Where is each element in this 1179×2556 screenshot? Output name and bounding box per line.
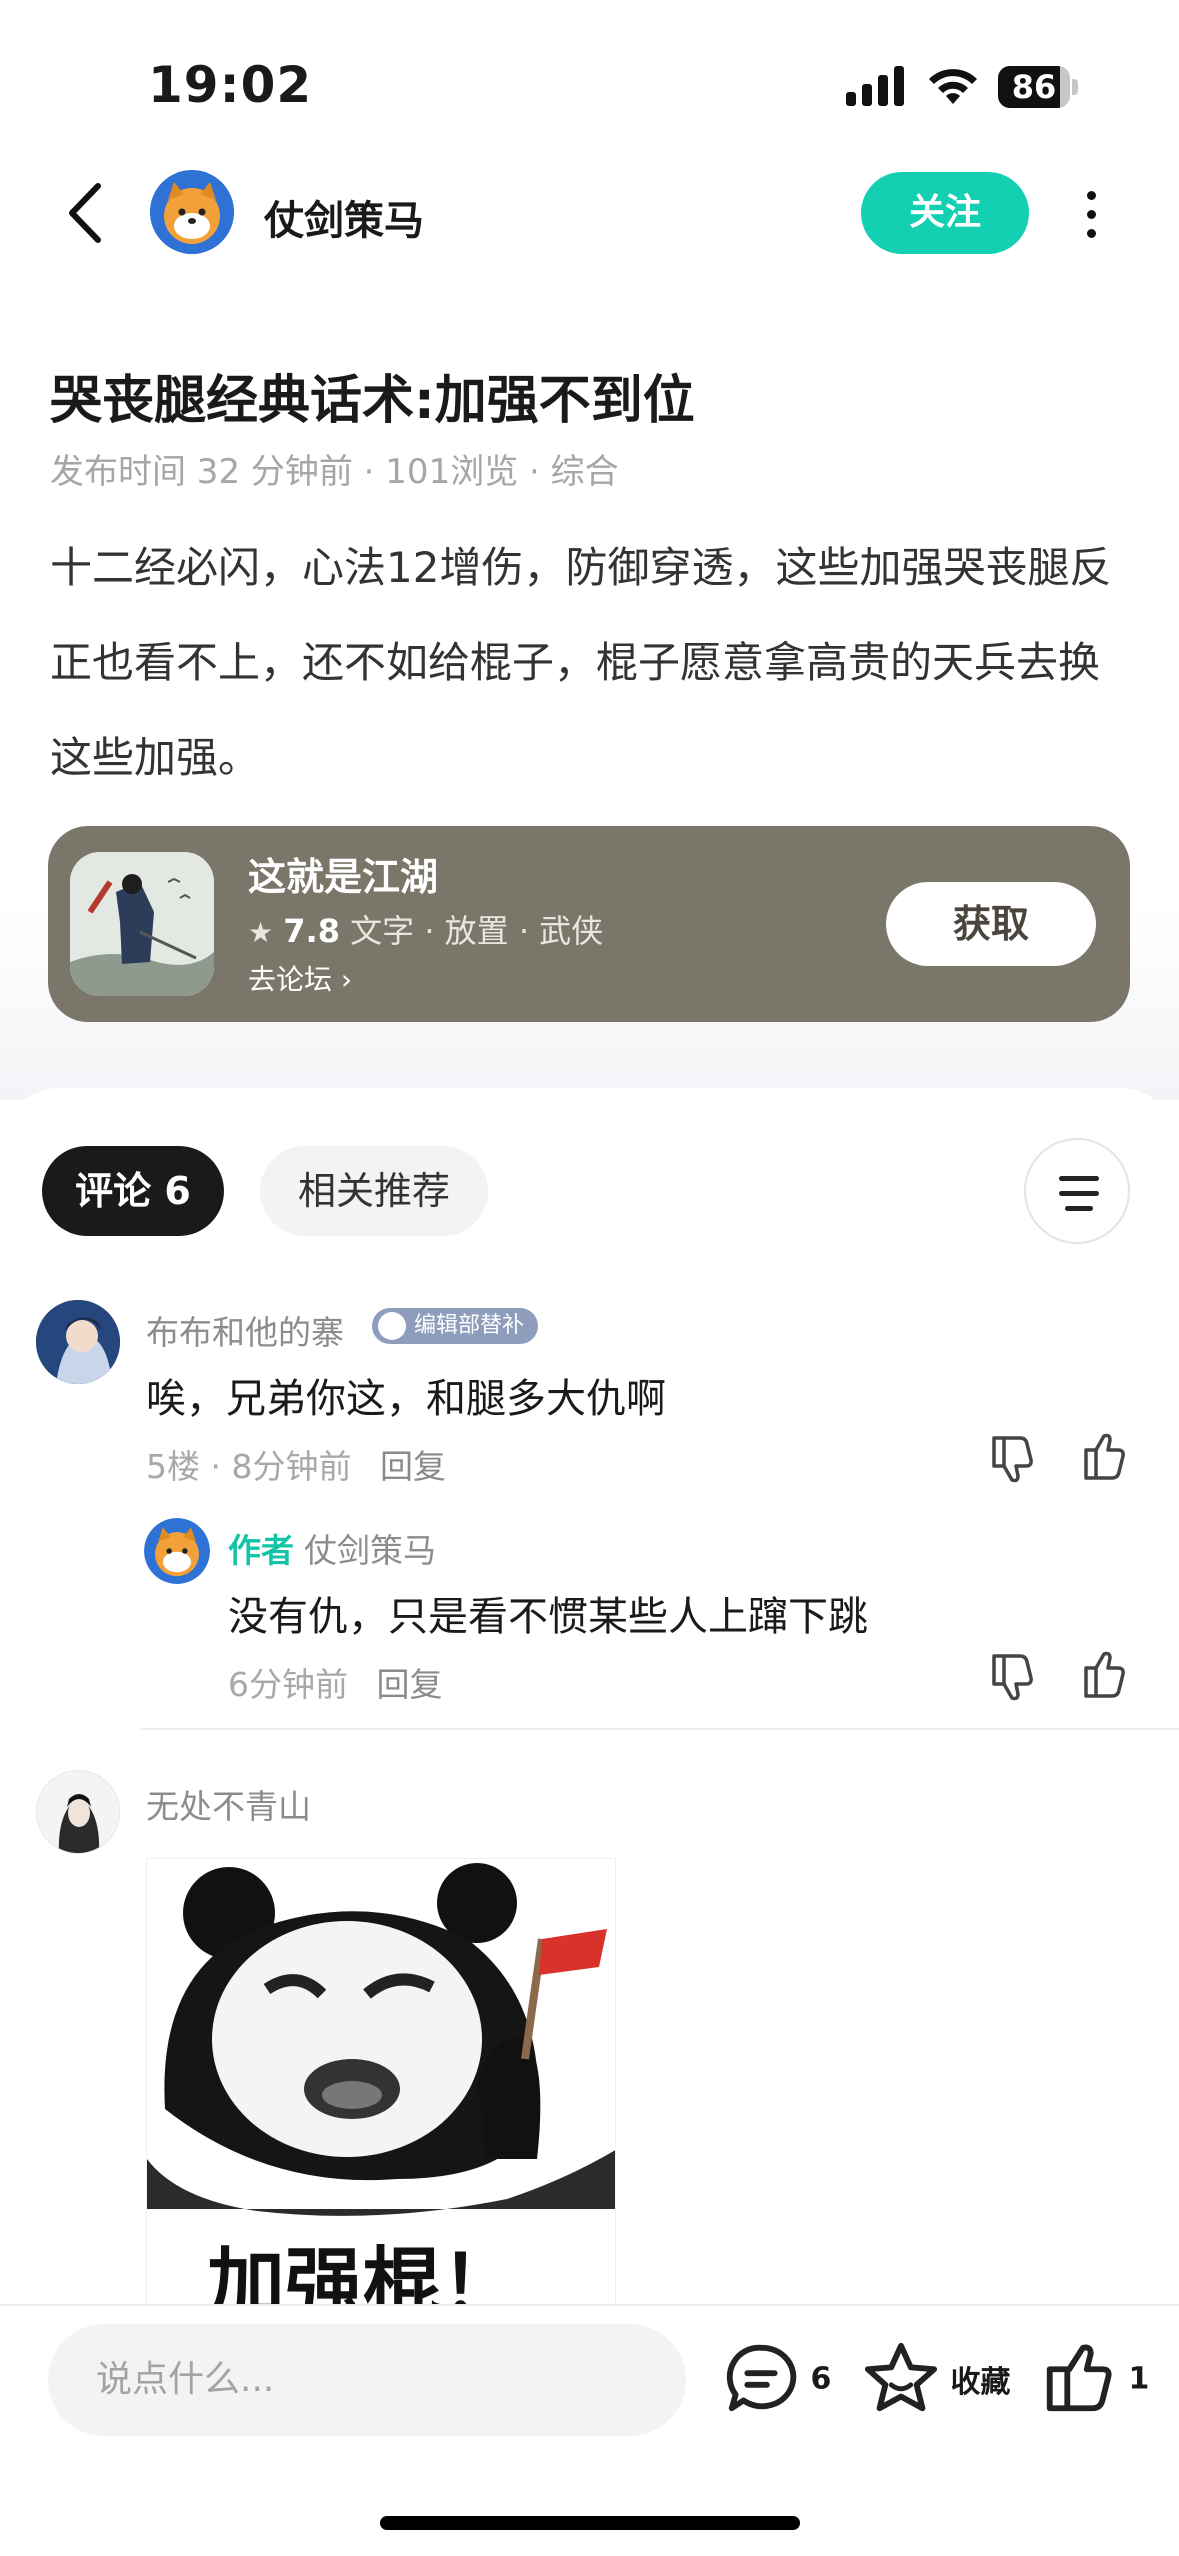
game-forum-link[interactable]: 去论坛 ›	[248, 958, 352, 998]
favorite-button[interactable]: 收藏	[862, 2340, 1010, 2418]
like-icon	[1046, 2344, 1112, 2412]
comment-count-button[interactable]: 6	[722, 2340, 831, 2418]
author-tag: 作者	[228, 1531, 294, 1570]
battery-level: 86	[1011, 68, 1057, 106]
comment-divider	[140, 1728, 1179, 1730]
chevron-right-icon: ›	[340, 963, 353, 996]
badge-label: 编辑部替补	[414, 1313, 525, 1338]
get-game-button[interactable]: 获取	[886, 882, 1096, 966]
star-icon: ★	[248, 916, 274, 949]
comment-input[interactable]: 说点什么...	[48, 2324, 686, 2436]
reply-author-avatar[interactable]	[144, 1518, 210, 1584]
star-outline-icon	[864, 2342, 938, 2412]
dislike-icon[interactable]	[984, 1648, 1040, 1704]
home-indicator[interactable]	[380, 2516, 800, 2530]
game-info: ★ 7.8 文字 · 放置 · 武侠	[248, 906, 603, 952]
commenter-name[interactable]: 无处不青山	[146, 1780, 311, 1828]
reply-time: 6分钟前	[228, 1665, 348, 1704]
reply-button[interactable]: 回复	[380, 1447, 446, 1486]
tab-comments[interactable]: 评论 6	[42, 1146, 224, 1236]
comment-image[interactable]: 加强棍！	[146, 1858, 616, 2310]
game-tags: 文字 · 放置 · 武侠	[350, 912, 604, 950]
reply-author[interactable]: 作者 仗剑策马	[228, 1524, 436, 1572]
commenter-avatar[interactable]	[36, 1300, 120, 1384]
battery-indicator: 86	[998, 66, 1078, 108]
comment-time: 5楼 · 8分钟前	[146, 1447, 352, 1486]
reply-author-name: 仗剑策马	[304, 1531, 436, 1570]
meme-caption: 加强棍！	[207, 2240, 519, 2310]
commenter-name[interactable]: 布布和他的寨	[146, 1306, 344, 1354]
like-post-button[interactable]: 1	[1040, 2340, 1149, 2418]
editor-badge: 编辑部替补	[372, 1308, 539, 1344]
reply-meta: 6分钟前 回复	[228, 1658, 443, 1706]
follow-button[interactable]: 关注	[861, 172, 1029, 254]
post-meta: 发布时间 32 分钟前 · 101浏览 · 综合	[50, 452, 619, 492]
reply-text: 没有仇，只是看不惯某些人上蹿下跳	[228, 1594, 868, 1640]
game-icon	[70, 852, 214, 996]
game-card[interactable]: 这就是江湖 ★ 7.8 文字 · 放置 · 武侠 去论坛 › 获取	[48, 826, 1130, 1022]
like-count: 1	[1128, 2361, 1150, 2397]
comment-icon	[726, 2344, 797, 2412]
commenter-avatar[interactable]	[36, 1770, 120, 1854]
reply-button[interactable]: 回复	[377, 1665, 443, 1704]
post-title: 哭丧腿经典话术:加强不到位	[50, 371, 695, 431]
dislike-icon[interactable]	[984, 1430, 1040, 1486]
like-icon[interactable]	[1076, 1648, 1132, 1704]
comment-text: 唉，兄弟你这，和腿多大仇啊	[146, 1376, 666, 1422]
favorite-label: 收藏	[950, 2365, 1011, 2400]
post-body: 十二经必闪，心法12增伤，防御穿透，这些加强哭丧腿反正也看不上，还不如给棍子，棍…	[50, 543, 1112, 782]
status-time: 19:02	[148, 56, 313, 114]
author-avatar[interactable]	[150, 170, 234, 254]
author-name[interactable]: 仗剑策马	[264, 188, 424, 246]
like-icon[interactable]	[1076, 1430, 1132, 1486]
thumbs-up-icon	[378, 1312, 406, 1340]
forum-link-label: 去论坛	[248, 963, 333, 996]
sort-filter-icon[interactable]	[1024, 1138, 1130, 1244]
more-options-icon[interactable]	[1080, 188, 1102, 238]
comment-count: 6	[810, 2361, 832, 2397]
back-icon[interactable]	[58, 180, 118, 246]
comment-meta: 5楼 · 8分钟前 回复	[146, 1440, 446, 1488]
game-rating: 7.8	[283, 912, 340, 950]
game-name: 这就是江湖	[248, 855, 439, 899]
tab-related[interactable]: 相关推荐	[260, 1146, 488, 1236]
signal-icon	[846, 66, 904, 106]
wifi-icon	[929, 69, 977, 104]
